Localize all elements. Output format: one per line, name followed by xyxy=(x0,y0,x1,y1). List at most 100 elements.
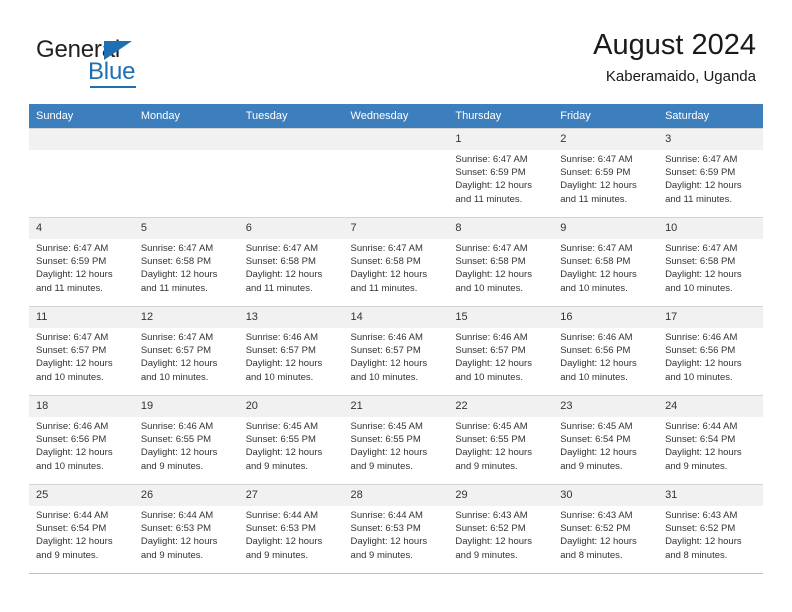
calendar-day-cell[interactable]: 29 Sunrise: 6:43 AM Sunset: 6:52 PM Dayligh… xyxy=(448,484,554,574)
weekday-header-friday: Friday xyxy=(553,104,659,129)
calendar-day-cell[interactable] xyxy=(29,128,134,218)
sunrise-text: Sunrise: 6:47 AM xyxy=(36,332,109,343)
calendar-day-cell[interactable]: 31 Sunrise: 6:43 AM Sunset: 6:52 PM Dayligh… xyxy=(658,484,763,574)
sunset-text: Sunset: 6:58 PM xyxy=(350,256,421,268)
sunset-text: Sunset: 6:59 PM xyxy=(455,167,526,179)
sunrise-text: Sunrise: 6:46 AM xyxy=(245,332,319,343)
sunset-text: Sunset: 6:54 PM xyxy=(560,434,631,446)
calendar-day-cell[interactable]: 17 Sunrise: 6:46 AM Sunset: 6:56 PM Dayligh… xyxy=(658,306,763,396)
sunset-text: Sunset: 6:57 PM xyxy=(350,345,421,357)
calendar-day-cell[interactable]: 21 Sunrise: 6:45 AM Sunset: 6:55 PM Dayligh… xyxy=(343,395,449,485)
daylight-text: Daylight: 12 hours and 10 minutes. xyxy=(245,358,323,383)
daylight-text: Daylight: 12 hours and 10 minutes. xyxy=(560,269,637,294)
day-info: Sunrise: 6:44 AM Sunset: 6:53 PM Daylight:… xyxy=(344,506,449,562)
calendar-day-cell[interactable]: 11 Sunrise: 6:47 AM Sunset: 6:57 PM Dayligh… xyxy=(29,306,134,396)
daylight-text: Daylight: 12 hours and 11 minutes. xyxy=(350,269,428,294)
day-info: Sunrise: 6:43 AM Sunset: 6:52 PM Daylight:… xyxy=(448,506,553,562)
day-info: Sunrise: 6:47 AM Sunset: 6:57 PM Daylight:… xyxy=(134,328,239,384)
day-number: 1 xyxy=(448,129,554,150)
day-info: Sunrise: 6:47 AM Sunset: 6:59 PM Daylight:… xyxy=(448,150,553,206)
calendar-day-cell[interactable] xyxy=(343,128,449,218)
calendar-day-cell[interactable]: 30 Sunrise: 6:43 AM Sunset: 6:52 PM Dayligh… xyxy=(553,484,659,574)
sunset-text: Sunset: 6:58 PM xyxy=(245,256,316,268)
calendar-day-cell[interactable]: 23 Sunrise: 6:45 AM Sunset: 6:54 PM Dayligh… xyxy=(553,395,659,485)
sunrise-text: Sunrise: 6:45 AM xyxy=(560,421,633,432)
calendar-day-cell[interactable]: 5 Sunrise: 6:47 AM Sunset: 6:58 PM Daylight… xyxy=(133,217,239,307)
calendar-day-cell[interactable]: 2 Sunrise: 6:47 AM Sunset: 6:59 PM Daylight… xyxy=(553,128,659,218)
daylight-text: Daylight: 12 hours and 11 minutes. xyxy=(665,180,742,205)
calendar-day-cell[interactable] xyxy=(238,128,344,218)
calendar-day-cell[interactable]: 28 Sunrise: 6:44 AM Sunset: 6:53 PM Dayligh… xyxy=(343,484,449,574)
calendar-day-cell[interactable]: 18 Sunrise: 6:46 AM Sunset: 6:56 PM Dayligh… xyxy=(29,395,134,485)
day-number: 7 xyxy=(343,218,449,239)
day-info: Sunrise: 6:44 AM Sunset: 6:54 PM Daylight:… xyxy=(658,417,763,473)
calendar-day-cell[interactable]: 27 Sunrise: 6:44 AM Sunset: 6:53 PM Dayligh… xyxy=(238,484,344,574)
sunrise-text: Sunrise: 6:47 AM xyxy=(455,243,528,254)
day-number: 14 xyxy=(343,307,449,328)
day-info: Sunrise: 6:47 AM Sunset: 6:58 PM Daylight:… xyxy=(134,239,239,295)
calendar-day-cell[interactable]: 8 Sunrise: 6:47 AM Sunset: 6:58 PM Daylight… xyxy=(448,217,554,307)
day-info: Sunrise: 6:47 AM Sunset: 6:59 PM Daylight:… xyxy=(29,239,134,295)
calendar-day-cell[interactable]: 7 Sunrise: 6:47 AM Sunset: 6:58 PM Daylight… xyxy=(343,217,449,307)
calendar-day-cell[interactable]: 25 Sunrise: 6:44 AM Sunset: 6:54 PM Dayligh… xyxy=(29,484,134,574)
calendar-day-cell[interactable]: 4 Sunrise: 6:47 AM Sunset: 6:59 PM Daylight… xyxy=(29,217,134,307)
day-info: Sunrise: 6:46 AM Sunset: 6:56 PM Daylight:… xyxy=(29,417,134,473)
day-number: 11 xyxy=(29,307,134,328)
sunset-text: Sunset: 6:56 PM xyxy=(560,345,631,357)
daylight-text: Daylight: 12 hours and 9 minutes. xyxy=(140,447,218,472)
sunrise-text: Sunrise: 6:46 AM xyxy=(36,421,109,432)
day-number xyxy=(343,129,449,150)
day-info: Sunrise: 6:44 AM Sunset: 6:54 PM Daylight:… xyxy=(29,506,134,562)
calendar-day-cell[interactable]: 12 Sunrise: 6:47 AM Sunset: 6:57 PM Dayligh… xyxy=(133,306,239,396)
calendar-day-cell[interactable]: 3 Sunrise: 6:47 AM Sunset: 6:59 PM Daylight… xyxy=(658,128,763,218)
logo-underline xyxy=(90,86,136,88)
sunrise-text: Sunrise: 6:47 AM xyxy=(140,332,214,343)
daylight-text: Daylight: 12 hours and 9 minutes. xyxy=(350,447,428,472)
calendar-day-cell[interactable]: 14 Sunrise: 6:46 AM Sunset: 6:57 PM Dayligh… xyxy=(343,306,449,396)
calendar-day-cell[interactable]: 16 Sunrise: 6:46 AM Sunset: 6:56 PM Dayligh… xyxy=(553,306,659,396)
sunset-text: Sunset: 6:53 PM xyxy=(140,523,212,535)
sunset-text: Sunset: 6:59 PM xyxy=(36,256,107,268)
sunrise-text: Sunrise: 6:44 AM xyxy=(665,421,738,432)
day-info: Sunrise: 6:47 AM Sunset: 6:58 PM Daylight:… xyxy=(239,239,344,295)
day-info: Sunrise: 6:46 AM Sunset: 6:56 PM Daylight:… xyxy=(658,328,763,384)
daylight-text: Daylight: 12 hours and 10 minutes. xyxy=(665,269,742,294)
day-info xyxy=(29,150,134,153)
day-info: Sunrise: 6:47 AM Sunset: 6:59 PM Daylight:… xyxy=(658,150,763,206)
calendar-header-row: Sunday Monday Tuesday Wednesday Thursday… xyxy=(29,104,763,129)
logo-text-blue: Blue xyxy=(88,58,136,85)
calendar-day-cell[interactable]: 19 Sunrise: 6:46 AM Sunset: 6:55 PM Dayligh… xyxy=(133,395,239,485)
calendar-week-row: 18 Sunrise: 6:46 AM Sunset: 6:56 PM Dayligh… xyxy=(29,395,763,485)
calendar-day-cell[interactable]: 10 Sunrise: 6:47 AM Sunset: 6:58 PM Dayligh… xyxy=(658,217,763,307)
day-number: 25 xyxy=(29,485,134,506)
sunset-text: Sunset: 6:59 PM xyxy=(560,167,631,179)
day-number: 21 xyxy=(343,396,449,417)
calendar-day-cell[interactable]: 13 Sunrise: 6:46 AM Sunset: 6:57 PM Dayligh… xyxy=(238,306,344,396)
sunset-text: Sunset: 6:53 PM xyxy=(350,523,421,535)
day-info: Sunrise: 6:44 AM Sunset: 6:53 PM Daylight:… xyxy=(134,506,239,562)
calendar-day-cell[interactable]: 6 Sunrise: 6:47 AM Sunset: 6:58 PM Daylight… xyxy=(238,217,344,307)
calendar-day-cell[interactable]: 20 Sunrise: 6:45 AM Sunset: 6:55 PM Dayligh… xyxy=(238,395,344,485)
daylight-text: Daylight: 12 hours and 10 minutes. xyxy=(36,358,113,383)
calendar-day-cell[interactable]: 24 Sunrise: 6:44 AM Sunset: 6:54 PM Dayligh… xyxy=(658,395,763,485)
day-info xyxy=(344,150,449,153)
calendar-day-cell[interactable]: 9 Sunrise: 6:47 AM Sunset: 6:58 PM Daylight… xyxy=(553,217,659,307)
day-number: 31 xyxy=(658,485,763,506)
daylight-text: Daylight: 12 hours and 10 minutes. xyxy=(560,358,637,383)
calendar-day-cell[interactable]: 1 Sunrise: 6:47 AM Sunset: 6:59 PM Daylight… xyxy=(448,128,554,218)
daylight-text: Daylight: 12 hours and 8 minutes. xyxy=(560,536,637,561)
sunset-text: Sunset: 6:52 PM xyxy=(665,523,736,535)
daylight-text: Daylight: 12 hours and 9 minutes. xyxy=(665,447,742,472)
day-number xyxy=(133,129,239,150)
calendar-day-cell[interactable]: 22 Sunrise: 6:45 AM Sunset: 6:55 PM Dayligh… xyxy=(448,395,554,485)
calendar-day-cell[interactable]: 26 Sunrise: 6:44 AM Sunset: 6:53 PM Dayligh… xyxy=(133,484,239,574)
calendar-day-cell[interactable] xyxy=(133,128,239,218)
daylight-text: Daylight: 12 hours and 10 minutes. xyxy=(36,447,113,472)
day-info: Sunrise: 6:46 AM Sunset: 6:57 PM Daylight:… xyxy=(239,328,344,384)
sunset-text: Sunset: 6:52 PM xyxy=(455,523,526,535)
sunrise-text: Sunrise: 6:47 AM xyxy=(350,243,423,254)
calendar-day-cell[interactable]: 15 Sunrise: 6:46 AM Sunset: 6:57 PM Dayligh… xyxy=(448,306,554,396)
page-title: August 2024 xyxy=(593,29,756,61)
sunset-text: Sunset: 6:58 PM xyxy=(455,256,526,268)
day-number: 9 xyxy=(553,218,659,239)
